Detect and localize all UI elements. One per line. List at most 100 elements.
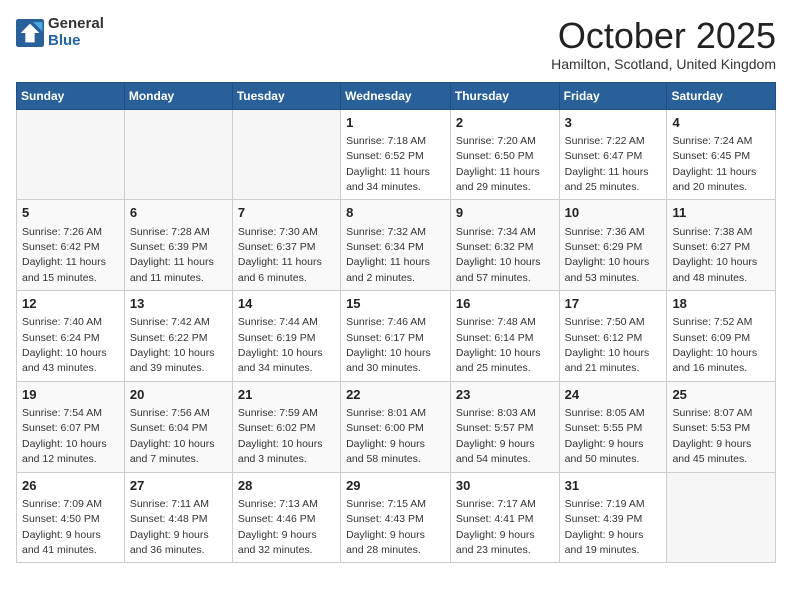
day-number: 12	[22, 295, 119, 313]
day-header-wednesday: Wednesday	[341, 82, 451, 109]
week-row-5: 26 Sunrise: 7:09 AMSunset: 4:50 PMDaylig…	[17, 472, 776, 563]
day-number: 14	[238, 295, 335, 313]
day-info: Sunrise: 7:32 AMSunset: 6:34 PMDaylight:…	[346, 226, 430, 284]
calendar-cell: 10 Sunrise: 7:36 AMSunset: 6:29 PMDaylig…	[559, 200, 667, 291]
day-number: 10	[565, 204, 662, 222]
calendar-cell: 30 Sunrise: 7:17 AMSunset: 4:41 PMDaylig…	[450, 472, 559, 563]
calendar-cell	[667, 472, 776, 563]
day-number: 18	[672, 295, 770, 313]
week-row-3: 12 Sunrise: 7:40 AMSunset: 6:24 PMDaylig…	[17, 291, 776, 382]
day-number: 21	[238, 386, 335, 404]
day-info: Sunrise: 7:59 AMSunset: 6:02 PMDaylight:…	[238, 407, 323, 465]
calendar-cell: 21 Sunrise: 7:59 AMSunset: 6:02 PMDaylig…	[232, 381, 340, 472]
calendar-cell: 27 Sunrise: 7:11 AMSunset: 4:48 PMDaylig…	[124, 472, 232, 563]
title-block: October 2025 Hamilton, Scotland, United …	[551, 16, 776, 72]
day-number: 31	[565, 477, 662, 495]
calendar-cell: 26 Sunrise: 7:09 AMSunset: 4:50 PMDaylig…	[17, 472, 125, 563]
day-info: Sunrise: 7:15 AMSunset: 4:43 PMDaylight:…	[346, 498, 426, 556]
day-number: 29	[346, 477, 445, 495]
day-number: 26	[22, 477, 119, 495]
day-number: 19	[22, 386, 119, 404]
day-number: 7	[238, 204, 335, 222]
calendar-cell: 19 Sunrise: 7:54 AMSunset: 6:07 PMDaylig…	[17, 381, 125, 472]
day-info: Sunrise: 7:46 AMSunset: 6:17 PMDaylight:…	[346, 316, 431, 374]
day-header-friday: Friday	[559, 82, 667, 109]
day-info: Sunrise: 7:36 AMSunset: 6:29 PMDaylight:…	[565, 226, 650, 284]
calendar-cell: 31 Sunrise: 7:19 AMSunset: 4:39 PMDaylig…	[559, 472, 667, 563]
day-header-thursday: Thursday	[450, 82, 559, 109]
calendar-cell: 23 Sunrise: 8:03 AMSunset: 5:57 PMDaylig…	[450, 381, 559, 472]
day-number: 8	[346, 204, 445, 222]
calendar-cell	[232, 109, 340, 200]
day-info: Sunrise: 7:11 AMSunset: 4:48 PMDaylight:…	[130, 498, 209, 556]
day-info: Sunrise: 7:48 AMSunset: 6:14 PMDaylight:…	[456, 316, 541, 374]
day-info: Sunrise: 7:54 AMSunset: 6:07 PMDaylight:…	[22, 407, 107, 465]
calendar-cell: 13 Sunrise: 7:42 AMSunset: 6:22 PMDaylig…	[124, 291, 232, 382]
day-info: Sunrise: 7:40 AMSunset: 6:24 PMDaylight:…	[22, 316, 107, 374]
day-number: 6	[130, 204, 227, 222]
day-info: Sunrise: 7:26 AMSunset: 6:42 PMDaylight:…	[22, 226, 106, 284]
day-number: 11	[672, 204, 770, 222]
day-info: Sunrise: 7:38 AMSunset: 6:27 PMDaylight:…	[672, 226, 757, 284]
day-number: 25	[672, 386, 770, 404]
calendar-cell	[124, 109, 232, 200]
day-info: Sunrise: 8:07 AMSunset: 5:53 PMDaylight:…	[672, 407, 752, 465]
day-number: 15	[346, 295, 445, 313]
day-number: 5	[22, 204, 119, 222]
day-info: Sunrise: 7:24 AMSunset: 6:45 PMDaylight:…	[672, 135, 756, 193]
calendar-cell: 22 Sunrise: 8:01 AMSunset: 6:00 PMDaylig…	[341, 381, 451, 472]
day-number: 17	[565, 295, 662, 313]
week-row-4: 19 Sunrise: 7:54 AMSunset: 6:07 PMDaylig…	[17, 381, 776, 472]
calendar-cell: 16 Sunrise: 7:48 AMSunset: 6:14 PMDaylig…	[450, 291, 559, 382]
day-info: Sunrise: 7:52 AMSunset: 6:09 PMDaylight:…	[672, 316, 757, 374]
day-info: Sunrise: 7:20 AMSunset: 6:50 PMDaylight:…	[456, 135, 540, 193]
day-number: 2	[456, 114, 554, 132]
day-info: Sunrise: 7:50 AMSunset: 6:12 PMDaylight:…	[565, 316, 650, 374]
day-info: Sunrise: 8:05 AMSunset: 5:55 PMDaylight:…	[565, 407, 645, 465]
logo-general: General	[48, 16, 104, 33]
calendar-table: SundayMondayTuesdayWednesdayThursdayFrid…	[16, 82, 776, 564]
calendar-cell: 29 Sunrise: 7:15 AMSunset: 4:43 PMDaylig…	[341, 472, 451, 563]
day-number: 1	[346, 114, 445, 132]
day-info: Sunrise: 7:17 AMSunset: 4:41 PMDaylight:…	[456, 498, 536, 556]
day-info: Sunrise: 7:13 AMSunset: 4:46 PMDaylight:…	[238, 498, 318, 556]
day-info: Sunrise: 7:19 AMSunset: 4:39 PMDaylight:…	[565, 498, 645, 556]
day-number: 22	[346, 386, 445, 404]
calendar-cell: 20 Sunrise: 7:56 AMSunset: 6:04 PMDaylig…	[124, 381, 232, 472]
day-header-saturday: Saturday	[667, 82, 776, 109]
day-info: Sunrise: 7:18 AMSunset: 6:52 PMDaylight:…	[346, 135, 430, 193]
day-number: 9	[456, 204, 554, 222]
day-info: Sunrise: 8:03 AMSunset: 5:57 PMDaylight:…	[456, 407, 536, 465]
day-info: Sunrise: 7:42 AMSunset: 6:22 PMDaylight:…	[130, 316, 215, 374]
day-header-sunday: Sunday	[17, 82, 125, 109]
calendar-cell: 15 Sunrise: 7:46 AMSunset: 6:17 PMDaylig…	[341, 291, 451, 382]
day-info: Sunrise: 7:34 AMSunset: 6:32 PMDaylight:…	[456, 226, 541, 284]
calendar-cell: 12 Sunrise: 7:40 AMSunset: 6:24 PMDaylig…	[17, 291, 125, 382]
calendar-cell: 18 Sunrise: 7:52 AMSunset: 6:09 PMDaylig…	[667, 291, 776, 382]
day-number: 13	[130, 295, 227, 313]
calendar-cell: 2 Sunrise: 7:20 AMSunset: 6:50 PMDayligh…	[450, 109, 559, 200]
day-info: Sunrise: 7:22 AMSunset: 6:47 PMDaylight:…	[565, 135, 649, 193]
calendar-cell: 24 Sunrise: 8:05 AMSunset: 5:55 PMDaylig…	[559, 381, 667, 472]
day-header-tuesday: Tuesday	[232, 82, 340, 109]
week-row-1: 1 Sunrise: 7:18 AMSunset: 6:52 PMDayligh…	[17, 109, 776, 200]
calendar-cell: 28 Sunrise: 7:13 AMSunset: 4:46 PMDaylig…	[232, 472, 340, 563]
location: Hamilton, Scotland, United Kingdom	[551, 56, 776, 72]
calendar-header-row: SundayMondayTuesdayWednesdayThursdayFrid…	[17, 82, 776, 109]
day-info: Sunrise: 7:30 AMSunset: 6:37 PMDaylight:…	[238, 226, 322, 284]
day-number: 3	[565, 114, 662, 132]
calendar-cell: 14 Sunrise: 7:44 AMSunset: 6:19 PMDaylig…	[232, 291, 340, 382]
calendar-cell: 3 Sunrise: 7:22 AMSunset: 6:47 PMDayligh…	[559, 109, 667, 200]
day-info: Sunrise: 7:56 AMSunset: 6:04 PMDaylight:…	[130, 407, 215, 465]
day-info: Sunrise: 7:28 AMSunset: 6:39 PMDaylight:…	[130, 226, 214, 284]
day-number: 23	[456, 386, 554, 404]
day-number: 27	[130, 477, 227, 495]
day-number: 16	[456, 295, 554, 313]
calendar-cell: 9 Sunrise: 7:34 AMSunset: 6:32 PMDayligh…	[450, 200, 559, 291]
calendar-cell: 8 Sunrise: 7:32 AMSunset: 6:34 PMDayligh…	[341, 200, 451, 291]
page-header: General Blue October 2025 Hamilton, Scot…	[16, 16, 776, 72]
day-info: Sunrise: 8:01 AMSunset: 6:00 PMDaylight:…	[346, 407, 426, 465]
calendar-cell	[17, 109, 125, 200]
day-number: 20	[130, 386, 227, 404]
day-number: 24	[565, 386, 662, 404]
